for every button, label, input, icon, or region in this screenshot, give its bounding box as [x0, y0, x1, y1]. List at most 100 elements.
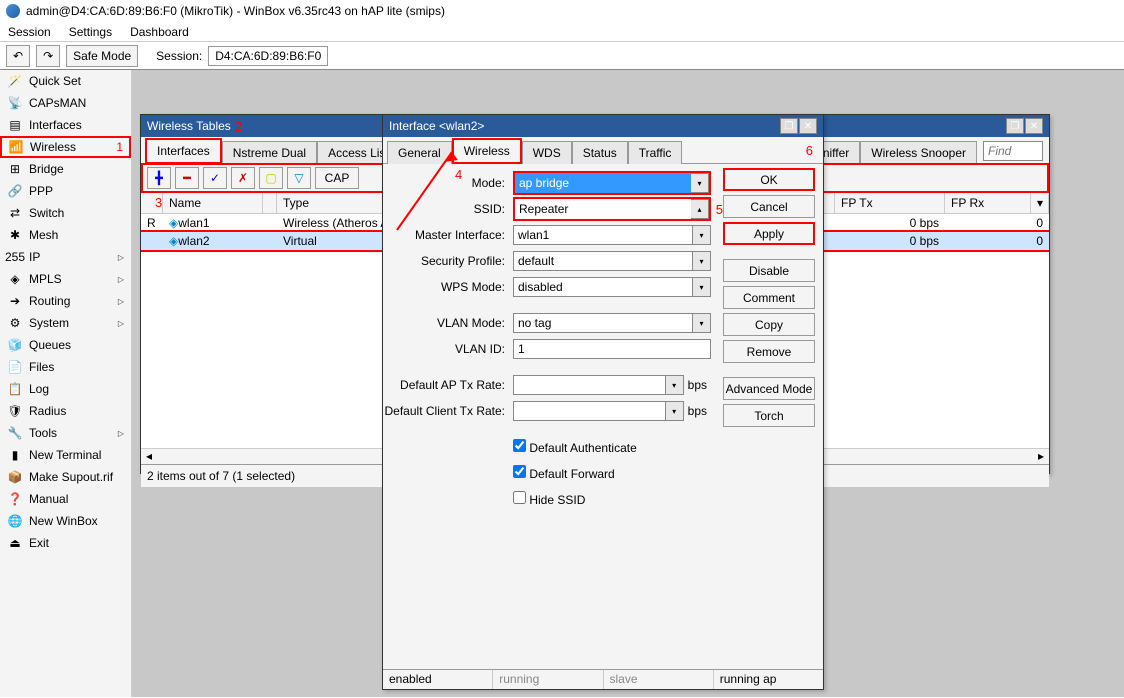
sidebar-item-label: CAPsMAN	[29, 96, 86, 110]
dropdown-icon[interactable]: ▾	[693, 225, 711, 245]
sidebar-item-mpls[interactable]: ◈MPLS▷	[0, 268, 131, 290]
vlanid-input[interactable]: 1	[513, 339, 711, 359]
sidebar-item-capsman[interactable]: 📡CAPsMAN	[0, 92, 131, 114]
comment-button[interactable]: Comment	[723, 286, 815, 309]
checkbox-defauth[interactable]: Default Authenticate	[513, 439, 637, 455]
col-fprx[interactable]: FP Rx	[945, 193, 1031, 213]
interface-dialog-titlebar[interactable]: Interface <wlan2> ❐ ✕	[383, 115, 823, 137]
tab-wireless[interactable]: Wireless	[452, 138, 522, 164]
security-select[interactable]: default	[513, 251, 693, 271]
ssid-input[interactable]: Repeater	[515, 199, 691, 219]
up-icon[interactable]: ▴	[691, 199, 709, 219]
session-value[interactable]: D4:CA:6D:89:B6:F0	[208, 46, 328, 66]
mode-select[interactable]: ap bridge	[515, 173, 691, 193]
tab-nstreme[interactable]: Nstreme Dual	[222, 141, 317, 164]
col-menu[interactable]: ▾	[1031, 193, 1049, 213]
master-select[interactable]: wlan1	[513, 225, 693, 245]
col-name[interactable]: Name	[163, 193, 263, 213]
close-icon[interactable]: ✕	[799, 118, 817, 134]
tab-status[interactable]: Status	[572, 141, 628, 164]
advanced-button[interactable]: Advanced Mode	[723, 377, 815, 400]
interface-dialog: Interface <wlan2> ❐ ✕ General Wireless W…	[382, 114, 824, 690]
menu-session[interactable]: Session	[8, 25, 51, 39]
filter-button[interactable]: ▽	[287, 167, 311, 189]
cltx-input[interactable]	[513, 401, 666, 421]
sidebar-item-wireless[interactable]: 📶Wireless1	[0, 136, 131, 158]
sidebar-item-make-supout.rif[interactable]: 📦Make Supout.rif	[0, 466, 131, 488]
comment-button[interactable]: ▢	[259, 167, 283, 189]
close-icon[interactable]: ✕	[1025, 118, 1043, 134]
col-sep[interactable]	[263, 193, 277, 213]
tab-wds[interactable]: WDS	[522, 141, 572, 164]
checkbox-deffwd[interactable]: Default Forward	[513, 465, 615, 481]
sidebar-item-label: Switch	[29, 206, 64, 220]
sidebar-item-label: New Terminal	[29, 448, 101, 462]
menu-dashboard[interactable]: Dashboard	[130, 25, 189, 39]
sidebar-item-ip[interactable]: 255IP▷	[0, 246, 131, 268]
torch-button[interactable]: Torch	[723, 404, 815, 427]
dropdown-icon[interactable]: ▾	[693, 251, 711, 271]
menu-settings[interactable]: Settings	[69, 25, 112, 39]
cap-button[interactable]: CAP	[315, 167, 359, 189]
sidebar-item-ppp[interactable]: 🔗PPP	[0, 180, 131, 202]
sidebar-item-label: IP	[29, 250, 40, 264]
down-icon[interactable]: ▾	[666, 375, 684, 395]
enable-button[interactable]: ✓	[203, 167, 227, 189]
annotation-6: 6	[806, 143, 813, 158]
cancel-button[interactable]: Cancel	[723, 195, 815, 218]
sidebar-item-files[interactable]: 📄Files	[0, 356, 131, 378]
sidebar-item-system[interactable]: ⚙System▷	[0, 312, 131, 334]
remove-button[interactable]: ━	[175, 167, 199, 189]
safemode-button[interactable]: Safe Mode	[66, 45, 138, 67]
aptx-input[interactable]	[513, 375, 666, 395]
sidebar-item-routing[interactable]: ➔Routing▷	[0, 290, 131, 312]
wps-select[interactable]: disabled	[513, 277, 693, 297]
tab-snooper[interactable]: Wireless Snooper	[860, 141, 977, 164]
tab-interfaces[interactable]: Interfaces	[145, 138, 222, 164]
sidebar-item-switch[interactable]: ⇄ Switch	[0, 202, 131, 224]
sidebar-icon: 🛡	[7, 403, 23, 419]
scroll-right-icon[interactable]: ▸	[1033, 449, 1049, 464]
dropdown-icon[interactable]: ▾	[691, 173, 709, 193]
col-fptx[interactable]: FP Tx	[835, 193, 945, 213]
down-icon[interactable]: ▾	[666, 401, 684, 421]
sidebar-item-manual[interactable]: ❓Manual	[0, 488, 131, 510]
sidebar-item-label: Routing	[29, 294, 70, 308]
sidebar-item-log[interactable]: 📋Log	[0, 378, 131, 400]
sidebar-item-tools[interactable]: 🔧Tools▷	[0, 422, 131, 444]
status-running: running	[493, 670, 603, 689]
find-input[interactable]	[983, 141, 1043, 161]
vlanmode-select[interactable]: no tag	[513, 313, 693, 333]
disable-button[interactable]: ✗	[231, 167, 255, 189]
tab-traffic[interactable]: Traffic	[628, 141, 683, 164]
sidebar-item-radius[interactable]: 🛡Radius	[0, 400, 131, 422]
copy-button[interactable]: Copy	[723, 313, 815, 336]
restore-icon[interactable]: ❐	[780, 118, 798, 134]
disable-button[interactable]: Disable	[723, 259, 815, 282]
sidebar-item-label: Queues	[29, 338, 71, 352]
redo-button[interactable]: ↷	[36, 45, 60, 67]
sidebar-icon: ⇄	[7, 205, 23, 221]
apply-button[interactable]: Apply	[723, 222, 815, 245]
dropdown-icon[interactable]: ▾	[693, 277, 711, 297]
ok-button[interactable]: OK	[723, 168, 815, 191]
sidebar-item-bridge[interactable]: ⊞Bridge	[0, 158, 131, 180]
dropdown-icon[interactable]: ▾	[693, 313, 711, 333]
sidebar-item-label: New WinBox	[29, 514, 98, 528]
scroll-left-icon[interactable]: ◂	[141, 449, 157, 464]
tab-general[interactable]: General	[387, 141, 452, 164]
restore-icon[interactable]: ❐	[1006, 118, 1024, 134]
sidebar-item-quick-set[interactable]: 🪄Quick Set	[0, 70, 131, 92]
sidebar-icon: 📦	[7, 469, 23, 485]
undo-button[interactable]: ↶	[6, 45, 30, 67]
remove-button[interactable]: Remove	[723, 340, 815, 363]
add-button[interactable]: ╋	[147, 167, 171, 189]
checkbox-hidessid[interactable]: Hide SSID	[513, 491, 585, 507]
sidebar-item-new-terminal[interactable]: ▮New Terminal	[0, 444, 131, 466]
sidebar-item-mesh[interactable]: ✱Mesh	[0, 224, 131, 246]
sidebar-icon: 🔗	[7, 183, 23, 199]
sidebar-item-queues[interactable]: 🧊Queues	[0, 334, 131, 356]
sidebar-item-exit[interactable]: ⏏Exit	[0, 532, 131, 554]
sidebar-item-interfaces[interactable]: ▤Interfaces	[0, 114, 131, 136]
sidebar-item-new-winbox[interactable]: 🌐New WinBox	[0, 510, 131, 532]
